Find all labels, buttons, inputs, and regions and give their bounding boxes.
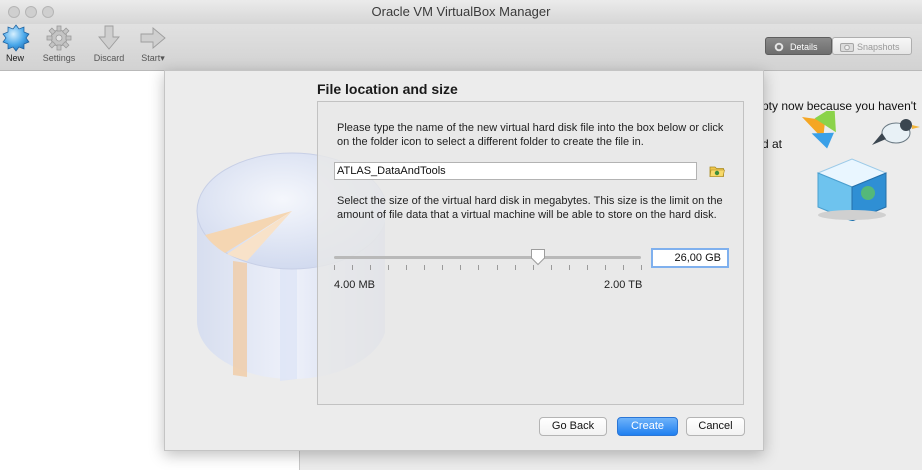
cancel-button[interactable]: Cancel bbox=[686, 417, 745, 436]
slider-tick bbox=[460, 265, 461, 270]
slider-tick bbox=[352, 265, 353, 270]
zoom-window-button[interactable] bbox=[42, 6, 54, 18]
size-instructions: Select the size of the virtual hard disk… bbox=[337, 195, 723, 221]
start-button-label: Start▾ bbox=[141, 53, 165, 63]
max-size-label: 2.00 TB bbox=[604, 279, 643, 291]
main-toolbar: New Settings Discard Start▾ Details Snap… bbox=[0, 24, 922, 71]
discard-button[interactable]: Discard bbox=[92, 24, 126, 63]
size-slider-track[interactable] bbox=[334, 256, 641, 259]
dialog-title: File location and size bbox=[317, 81, 458, 97]
start-button[interactable]: Start▾ bbox=[137, 24, 169, 64]
slider-tick bbox=[442, 265, 443, 270]
virtualbox-logo-icon bbox=[802, 111, 920, 221]
location-instructions: Please type the name of the new virtual … bbox=[337, 122, 724, 148]
folder-icon[interactable] bbox=[708, 162, 726, 180]
settings-button[interactable]: Settings bbox=[42, 24, 76, 63]
slider-tick bbox=[497, 265, 498, 270]
discard-arrow-icon bbox=[98, 25, 120, 50]
size-input[interactable]: 26,00 GB bbox=[651, 248, 729, 268]
slider-tick bbox=[406, 265, 407, 270]
file-name-input[interactable]: ATLAS_DataAndTools bbox=[334, 162, 697, 180]
size-slider-thumb[interactable] bbox=[530, 248, 546, 266]
new-button-label: New bbox=[5, 53, 24, 63]
discard-button-label: Discard bbox=[93, 53, 125, 63]
slider-tick bbox=[605, 265, 606, 270]
slider-tick bbox=[569, 265, 570, 270]
go-back-button[interactable]: Go Back bbox=[539, 417, 607, 436]
create-disk-dialog: File location and size Please type the n… bbox=[164, 70, 764, 451]
close-window-button[interactable] bbox=[8, 6, 20, 18]
chevron-down-icon[interactable]: ▾ bbox=[160, 53, 165, 63]
file-location-group: Please type the name of the new virtual … bbox=[317, 101, 744, 405]
window-title: Oracle VM VirtualBox Manager bbox=[371, 4, 551, 19]
snapshots-toggle-label: Snapshots bbox=[857, 42, 900, 52]
slider-tick bbox=[515, 265, 516, 270]
gear-icon bbox=[774, 42, 784, 52]
slider-tick bbox=[388, 265, 389, 270]
welcome-text-line-2: d at bbox=[762, 137, 783, 151]
start-arrow-icon bbox=[140, 27, 166, 49]
slider-tick bbox=[623, 265, 624, 270]
window-titlebar: Oracle VM VirtualBox Manager bbox=[0, 0, 922, 24]
minimize-window-button[interactable] bbox=[25, 6, 37, 18]
slider-tick bbox=[587, 265, 588, 270]
new-machine-icon bbox=[2, 24, 30, 52]
slider-tick bbox=[424, 265, 425, 270]
slider-tick bbox=[551, 265, 552, 270]
slider-tick bbox=[370, 265, 371, 270]
settings-button-label: Settings bbox=[42, 53, 76, 63]
slider-tick bbox=[334, 265, 335, 270]
min-size-label: 4.00 MB bbox=[334, 279, 375, 291]
snapshots-toggle[interactable]: Snapshots bbox=[832, 37, 912, 55]
new-button[interactable]: New bbox=[2, 24, 30, 63]
details-toggle[interactable]: Details bbox=[765, 37, 832, 55]
create-button[interactable]: Create bbox=[617, 417, 678, 436]
camera-icon bbox=[840, 43, 854, 52]
gear-icon bbox=[46, 25, 72, 51]
details-toggle-label: Details bbox=[790, 42, 818, 52]
slider-tick bbox=[478, 265, 479, 270]
slider-tick bbox=[641, 265, 642, 270]
